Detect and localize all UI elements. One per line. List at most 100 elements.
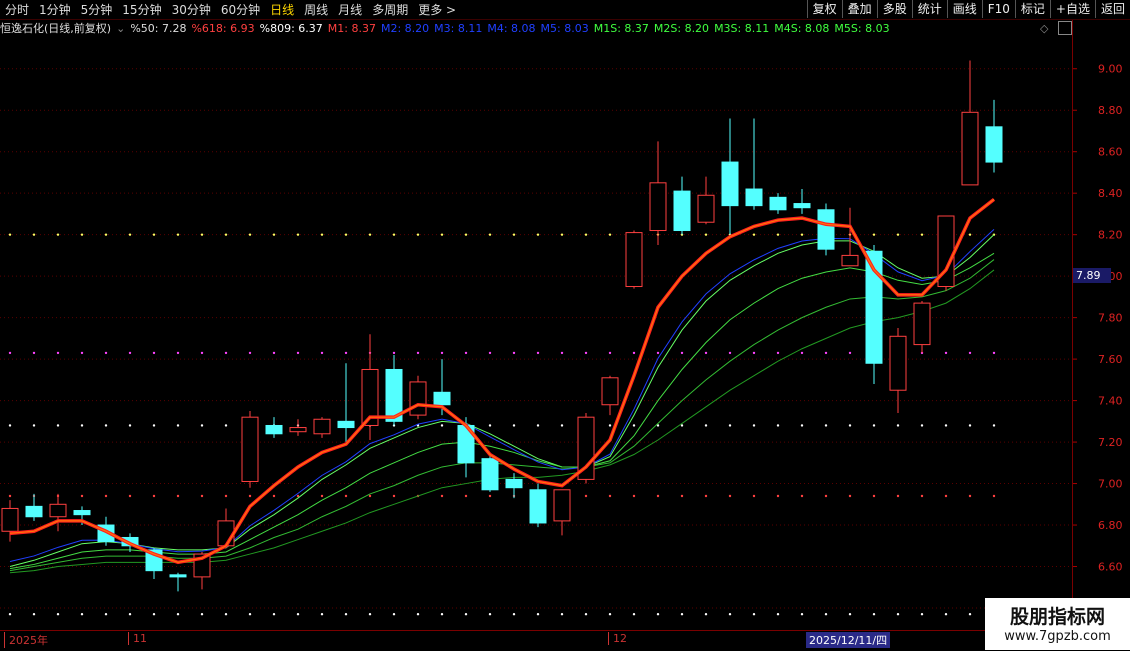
chevron-down-icon[interactable]: ⌄ — [116, 22, 125, 35]
level-dot — [848, 494, 852, 498]
level-dot — [704, 424, 708, 427]
panel-toggle-icon[interactable] — [1058, 21, 1072, 35]
level-dot — [176, 424, 180, 427]
level-dot — [608, 351, 612, 355]
indicator-value: M5S: 8.03 — [834, 21, 890, 35]
level-dot — [632, 424, 636, 427]
y-axis-divider — [1072, 20, 1073, 630]
level-dot — [152, 351, 156, 355]
level-dot — [80, 494, 84, 498]
level-dot — [920, 424, 924, 427]
level-dot — [392, 351, 396, 355]
level-dot — [824, 424, 828, 427]
date-label-year: 2025年 — [4, 632, 48, 648]
y-tick-label: 8.60 — [1098, 146, 1123, 159]
level-dot — [968, 613, 972, 616]
level-dot — [368, 233, 372, 236]
level-dot — [464, 613, 468, 616]
level-dot — [800, 351, 804, 355]
level-dot — [896, 233, 900, 236]
level-dot — [368, 613, 372, 616]
candlestick-chart[interactable]: 6.406.606.807.007.207.407.607.808.008.20… — [0, 0, 1130, 650]
level-dot — [392, 613, 396, 616]
current-price-tag: 7.89 — [1073, 268, 1111, 283]
level-dot — [872, 613, 876, 616]
level-dot — [128, 424, 132, 427]
level-dot — [752, 613, 756, 616]
level-dot — [776, 233, 780, 236]
candle-body — [289, 427, 307, 433]
watermark-title: 股朋指标网 — [1009, 606, 1105, 628]
level-dot — [152, 494, 156, 498]
candle-body — [169, 574, 187, 578]
level-dot — [776, 613, 780, 616]
level-dot — [128, 233, 132, 236]
level-dot — [848, 613, 852, 616]
ma-line-blue — [9, 229, 995, 563]
level-dot — [320, 613, 324, 616]
level-dot — [656, 613, 660, 616]
level-dot — [776, 424, 780, 427]
m1-line-highlight — [9, 198, 995, 563]
level-dot — [32, 351, 36, 355]
level-dot — [104, 351, 108, 355]
level-dot — [656, 494, 660, 498]
level-dot — [728, 494, 732, 498]
level-dot — [536, 233, 540, 236]
level-dot — [320, 351, 324, 355]
level-dot — [944, 351, 948, 355]
level-dot — [248, 613, 252, 616]
level-dot — [752, 494, 756, 498]
level-dot — [728, 351, 732, 355]
level-dot — [968, 351, 972, 355]
date-axis: 2025年 11 12 2025/12/11/四 — [0, 630, 1130, 651]
indicator-value: M4: 8.08 — [487, 21, 536, 35]
indicator-value: M1: 8.37 — [327, 21, 376, 35]
level-dot — [776, 351, 780, 355]
level-dot — [728, 613, 732, 616]
level-dot — [752, 233, 756, 236]
y-tick-label: 8.80 — [1098, 104, 1123, 117]
y-tick-label: 8.40 — [1098, 187, 1123, 200]
level-dot — [584, 494, 588, 498]
level-dot — [824, 351, 828, 355]
level-dot — [416, 233, 420, 236]
level-dot — [104, 233, 108, 236]
level-dot — [272, 613, 276, 616]
level-dot — [800, 424, 804, 427]
level-dot — [776, 494, 780, 498]
level-dot — [128, 351, 132, 355]
level-dot — [368, 494, 372, 498]
candle-body — [673, 190, 691, 232]
indicator-value: %618: 6.93 — [191, 21, 255, 35]
level-dot — [968, 424, 972, 427]
level-dot — [104, 613, 108, 616]
diamond-icon[interactable]: ◇ — [1040, 22, 1048, 35]
level-dot — [536, 424, 540, 427]
level-dot — [344, 233, 348, 236]
level-dot — [632, 351, 636, 355]
level-dot — [248, 494, 252, 498]
level-dot — [32, 424, 36, 427]
candle-body — [913, 302, 931, 346]
level-dot — [632, 494, 636, 498]
level-dot — [896, 613, 900, 616]
level-dot — [488, 424, 492, 427]
level-dot — [992, 351, 996, 355]
level-dot — [56, 613, 60, 616]
level-dot — [56, 424, 60, 427]
level-dot — [104, 494, 108, 498]
stock-title[interactable]: 恒逸石化(日线,前复权) — [0, 20, 111, 36]
candle-body — [25, 505, 43, 518]
level-dot — [200, 494, 204, 498]
y-tick-label: 8.20 — [1098, 229, 1123, 242]
level-dot — [560, 233, 564, 236]
level-dot — [440, 351, 444, 355]
level-dot — [152, 233, 156, 236]
level-dot — [944, 613, 948, 616]
indicator-value: M3S: 8.11 — [714, 21, 770, 35]
level-dot — [488, 494, 492, 498]
level-dot — [752, 424, 756, 427]
level-dot — [320, 233, 324, 236]
candle-body — [241, 416, 259, 482]
